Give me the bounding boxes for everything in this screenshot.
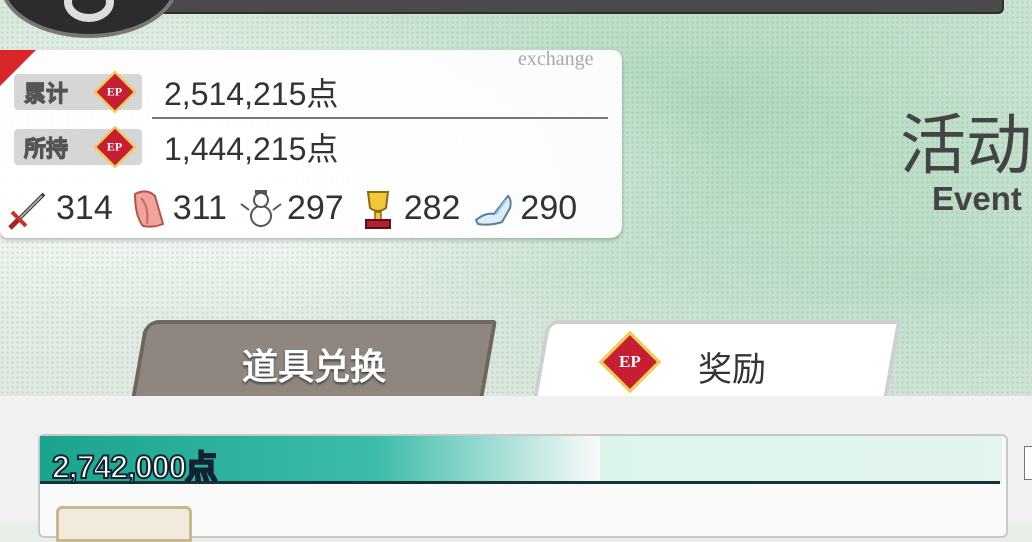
held-points-value: 1,444,215点 [164, 131, 339, 167]
item-counts: 314 311 297 282 290 [8, 186, 589, 230]
item-count-cloth: 311 [125, 186, 227, 230]
top-status-bar [150, 0, 1004, 14]
held-points-row: 所持 EP 1,444,215点 [14, 125, 339, 169]
item-count-slipper: 290 [472, 186, 577, 230]
cloth-icon [133, 190, 164, 228]
item-count-sword: 314 [8, 186, 113, 230]
sword-icon [8, 192, 46, 230]
glass-slipper-icon [475, 194, 513, 226]
ep-icon: EP [93, 70, 137, 114]
tab-rewards-label[interactable]: 奖励 [698, 342, 766, 391]
item-count-trophy: 282 [356, 186, 460, 230]
reward-thumbnail[interactable] [56, 506, 192, 542]
ep-badge: EP [88, 125, 142, 169]
reward-header-fade [600, 436, 1002, 484]
total-points-label: 累计 [14, 74, 88, 110]
snowman-icon [240, 190, 282, 227]
divider [152, 117, 608, 119]
reward-threshold: 2,742,000点 [51, 448, 218, 486]
held-points-label: 所持 [14, 129, 88, 165]
page-title: 活动 [900, 108, 1032, 182]
trophy-icon [364, 191, 391, 229]
total-points-value: 2,514,215点 [164, 76, 339, 112]
tab-item-exchange-label[interactable]: 道具兑换 [138, 338, 490, 390]
ep-icon: EP [93, 125, 137, 169]
scroll-handle[interactable] [1024, 446, 1032, 480]
page-subtitle: Event [932, 180, 1022, 217]
exchange-tag: exchange [518, 48, 594, 70]
total-points-row: 累计 EP 2,514,215点 [14, 70, 339, 114]
ep-badge: EP [88, 70, 142, 114]
item-count-snowman: 297 [239, 186, 344, 230]
